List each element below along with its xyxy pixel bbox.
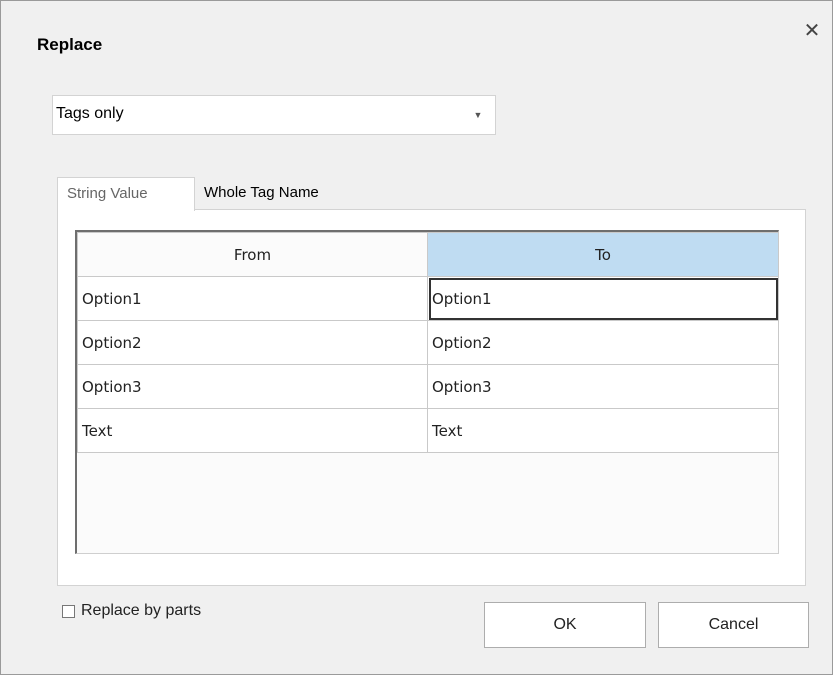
table-row: Option2 Option2 — [77, 320, 779, 365]
table-row: Option1 Option1 — [77, 276, 779, 321]
tab-string-value[interactable]: String Value — [57, 177, 195, 211]
close-icon[interactable]: ✕ — [801, 19, 823, 43]
dialog-title: Replace — [37, 35, 103, 54]
from-cell[interactable]: Option3 — [77, 364, 428, 409]
cancel-button[interactable]: Cancel — [658, 602, 809, 648]
to-cell[interactable]: Option2 — [427, 320, 779, 365]
table-row: Text Text — [77, 408, 779, 453]
tab-whole-tag-name[interactable]: Whole Tag Name — [195, 177, 375, 210]
ok-button[interactable]: OK — [484, 602, 646, 648]
table-row: Option3 Option3 — [77, 364, 779, 409]
column-header-from[interactable]: From — [77, 232, 428, 277]
replace-by-parts-option[interactable]: Replace by parts — [62, 600, 201, 622]
scope-dropdown[interactable]: Tags only ▼ — [52, 95, 496, 135]
chevron-down-icon[interactable]: ▼ — [471, 108, 485, 122]
from-cell[interactable]: Text — [77, 408, 428, 453]
column-header-to[interactable]: To — [427, 232, 779, 277]
to-cell[interactable]: Option3 — [427, 364, 779, 409]
replace-by-parts-checkbox[interactable] — [62, 604, 75, 618]
replace-by-parts-label[interactable]: Replace by parts — [81, 602, 201, 620]
from-cell[interactable]: Option1 — [77, 276, 428, 321]
replace-grid: From To Option1 Option1 Option2 Option2 … — [75, 230, 779, 554]
replace-dialog: Replace ✕ Tags only ▼ String Value Whole… — [0, 0, 833, 675]
to-cell[interactable]: Text — [427, 408, 779, 453]
replace-table: From To Option1 Option1 Option2 Option2 … — [77, 232, 779, 453]
to-cell[interactable]: Option1 — [427, 276, 779, 321]
from-cell[interactable]: Option2 — [77, 320, 428, 365]
scope-dropdown-value: Tags only — [56, 105, 124, 122]
table-header-row: From To — [77, 232, 779, 277]
